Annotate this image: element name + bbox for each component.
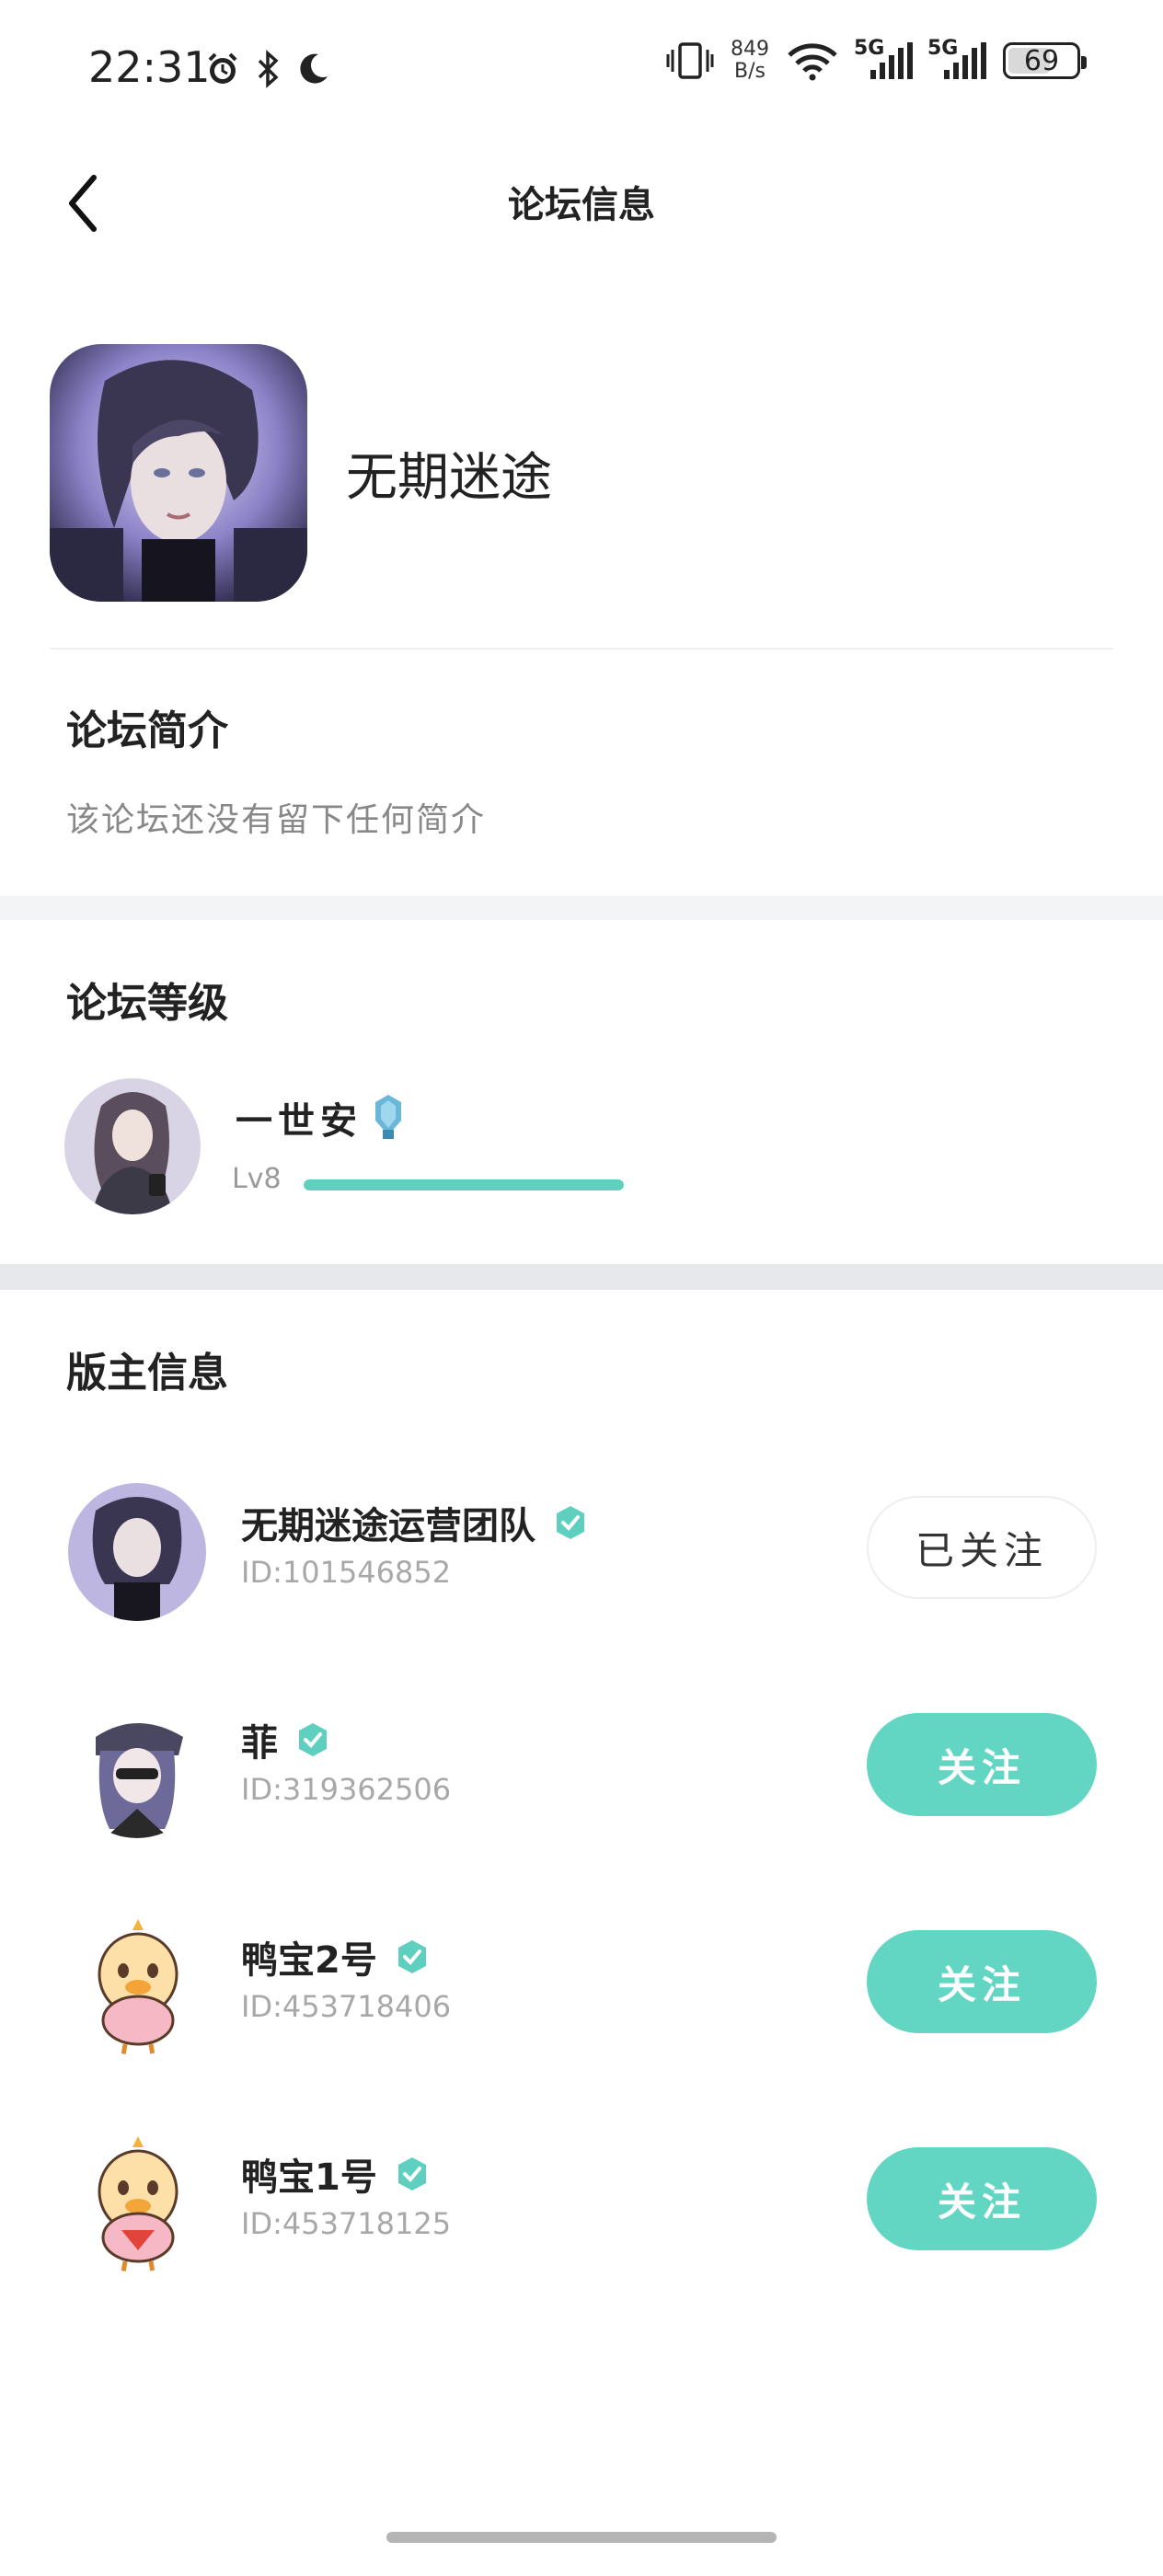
signal-2: 5G xyxy=(927,37,986,79)
verified-icon xyxy=(397,1940,426,1973)
verified-icon xyxy=(299,1723,327,1756)
level-label: Lv8 xyxy=(232,1163,282,1195)
section-separator xyxy=(0,1264,1163,1290)
moderator-name: 鸭宝2号 xyxy=(241,1930,431,1984)
moderators-title: 版主信息 xyxy=(66,1350,228,1397)
status-left-icons xyxy=(204,50,331,88)
signal-1: 5G xyxy=(854,37,913,79)
moderator-avatar[interactable] xyxy=(68,1700,206,1838)
moderator-name: 无期迷途运营团队 xyxy=(241,1496,589,1549)
moderator-id: ID:453718125 xyxy=(241,2206,452,2241)
intro-text: 该论坛还没有留下任何简介 xyxy=(66,801,487,839)
moderator-name-text: 菲 xyxy=(241,1722,278,1765)
signal-2-label: 5G xyxy=(927,37,959,60)
moderator-name-text: 鸭宝1号 xyxy=(241,2156,377,2199)
page-title: 论坛信息 xyxy=(508,184,655,226)
moderator-id: ID:101546852 xyxy=(241,1555,452,1590)
bluetooth-icon xyxy=(258,50,279,88)
net-speed-unit: B/s xyxy=(734,60,766,83)
moderator-row: 无期迷途运营团队 ID:101546852 已关注 xyxy=(0,1455,1163,1621)
intro-title: 论坛简介 xyxy=(66,707,228,754)
moderator-avatar[interactable] xyxy=(68,1917,206,2055)
moderator-id: ID:453718406 xyxy=(241,1989,452,2024)
user-avatar[interactable] xyxy=(64,1078,201,1214)
status-time: 22:31 xyxy=(88,42,211,92)
alarm-icon xyxy=(208,52,237,84)
follow-button[interactable]: 关注 xyxy=(867,1930,1097,2033)
moderator-name-text: 鸭宝2号 xyxy=(241,1939,377,1982)
forum-name: 无期迷途 xyxy=(346,448,552,508)
moderator-row: 鸭宝1号 ID:453718125 关注 xyxy=(0,2107,1163,2272)
moon-icon xyxy=(300,53,328,84)
moderator-name-text: 无期迷途运营团队 xyxy=(241,1505,535,1547)
verified-icon xyxy=(557,1506,584,1539)
section-separator xyxy=(0,896,1163,920)
moderator-avatar[interactable] xyxy=(68,1483,206,1621)
home-indicator[interactable] xyxy=(386,2532,777,2543)
battery-icon: 69 xyxy=(1003,42,1087,79)
signal-1-label: 5G xyxy=(854,37,885,60)
net-speed: 849 B/s xyxy=(731,39,769,83)
follow-button[interactable]: 关注 xyxy=(867,1713,1097,1816)
following-button[interactable]: 已关注 xyxy=(867,1496,1097,1599)
moderator-row: 菲 ID:319362506 关注 xyxy=(0,1673,1163,1838)
forum-avatar xyxy=(50,344,307,602)
moderator-name: 菲 xyxy=(241,1713,331,1766)
vibrate-icon xyxy=(666,42,714,79)
level-progress-bar xyxy=(304,1179,624,1190)
level-progress-fill xyxy=(304,1179,624,1190)
verified-icon xyxy=(397,2157,426,2191)
level-user-name: 一世安 xyxy=(236,1100,363,1143)
divider xyxy=(50,648,1113,650)
status-right-icons: 849 B/s 5G 5G 69 xyxy=(666,37,1087,83)
moderator-name: 鸭宝1号 xyxy=(241,2147,431,2201)
moderator-row: 鸭宝2号 ID:453718406 关注 xyxy=(0,1890,1163,2055)
wifi-icon xyxy=(788,43,837,81)
net-speed-value: 849 xyxy=(731,38,769,61)
forum-header: 无期迷途 xyxy=(50,344,1113,648)
moderator-avatar[interactable] xyxy=(68,2134,206,2272)
level-title: 论坛等级 xyxy=(66,980,228,1027)
follow-button[interactable]: 关注 xyxy=(867,2147,1097,2250)
nav-bar: 论坛信息 xyxy=(0,138,1163,267)
status-bar: 22:31 849 B/s 5G 5G 69 xyxy=(0,0,1163,138)
battery-level: 69 xyxy=(1023,44,1060,77)
level-badge-icon xyxy=(375,1095,401,1139)
moderator-id: ID:319362506 xyxy=(241,1772,452,1807)
